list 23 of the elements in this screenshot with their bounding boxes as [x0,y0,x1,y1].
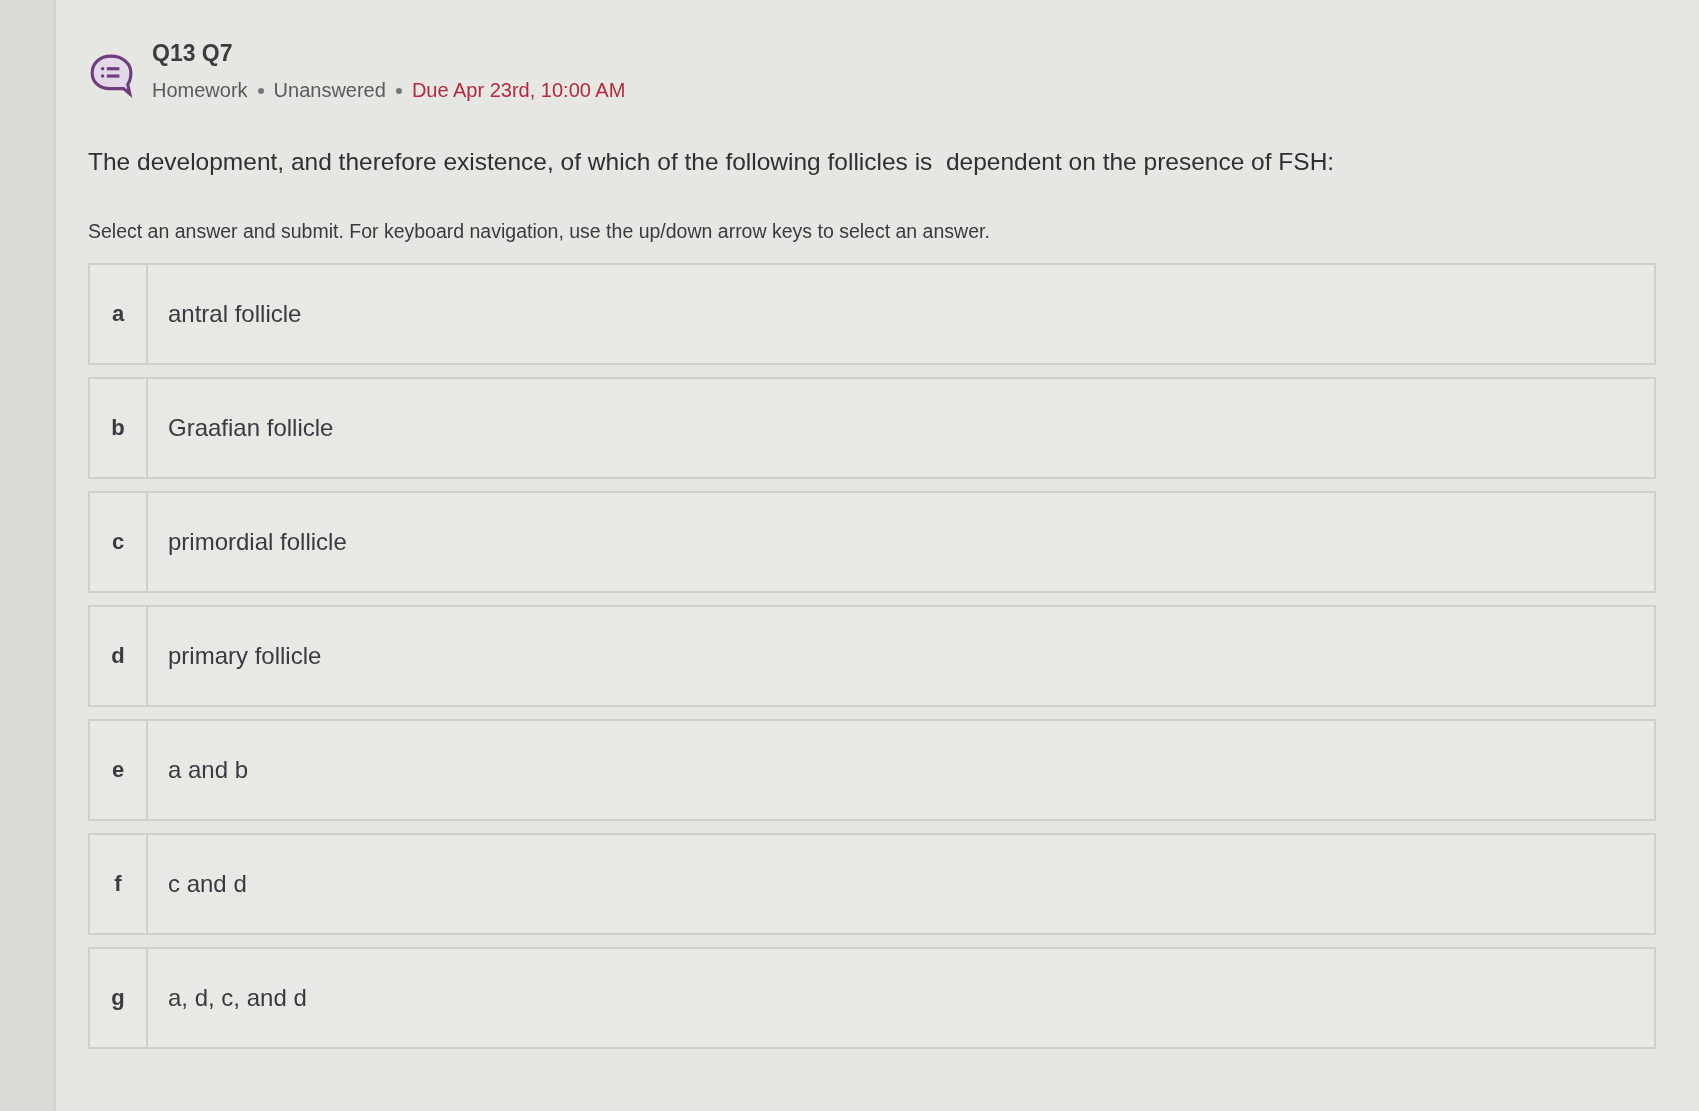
question-list-icon [88,52,134,98]
answer-option[interactable]: f c and d [88,833,1656,935]
option-letter: d [90,607,148,705]
answer-option[interactable]: a antral follicle [88,263,1656,365]
answer-option[interactable]: d primary follicle [88,605,1656,707]
due-date: Due Apr 23rd, 10:00 AM [411,79,626,102]
option-letter: b [90,379,148,477]
answer-option[interactable]: e a and b [88,719,1656,821]
option-letter: f [90,835,148,933]
status-label: Homework [152,79,248,102]
answer-option[interactable]: b Graafian follicle [88,377,1656,479]
option-letter: c [90,493,148,591]
instructions-text: Select an answer and submit. For keyboard navigation, use the up/down arrow keys to select an answer. [88,220,991,243]
question-text: The development, and therefore existence, of which of the following follicles is dependent on the presence of FSH: [88,148,1336,176]
answer-option[interactable]: c primordial follicle [88,491,1656,593]
answer-option[interactable]: g a, d, c, and d [88,947,1656,1049]
option-letter: e [90,721,148,819]
question-title: Q13 Q7 [152,40,234,67]
separator-dot-icon [395,87,402,94]
option-letter: a [90,265,148,363]
option-letter: g [90,949,148,1047]
status-label: Unanswered [273,79,386,102]
separator-dot-icon [257,87,264,94]
